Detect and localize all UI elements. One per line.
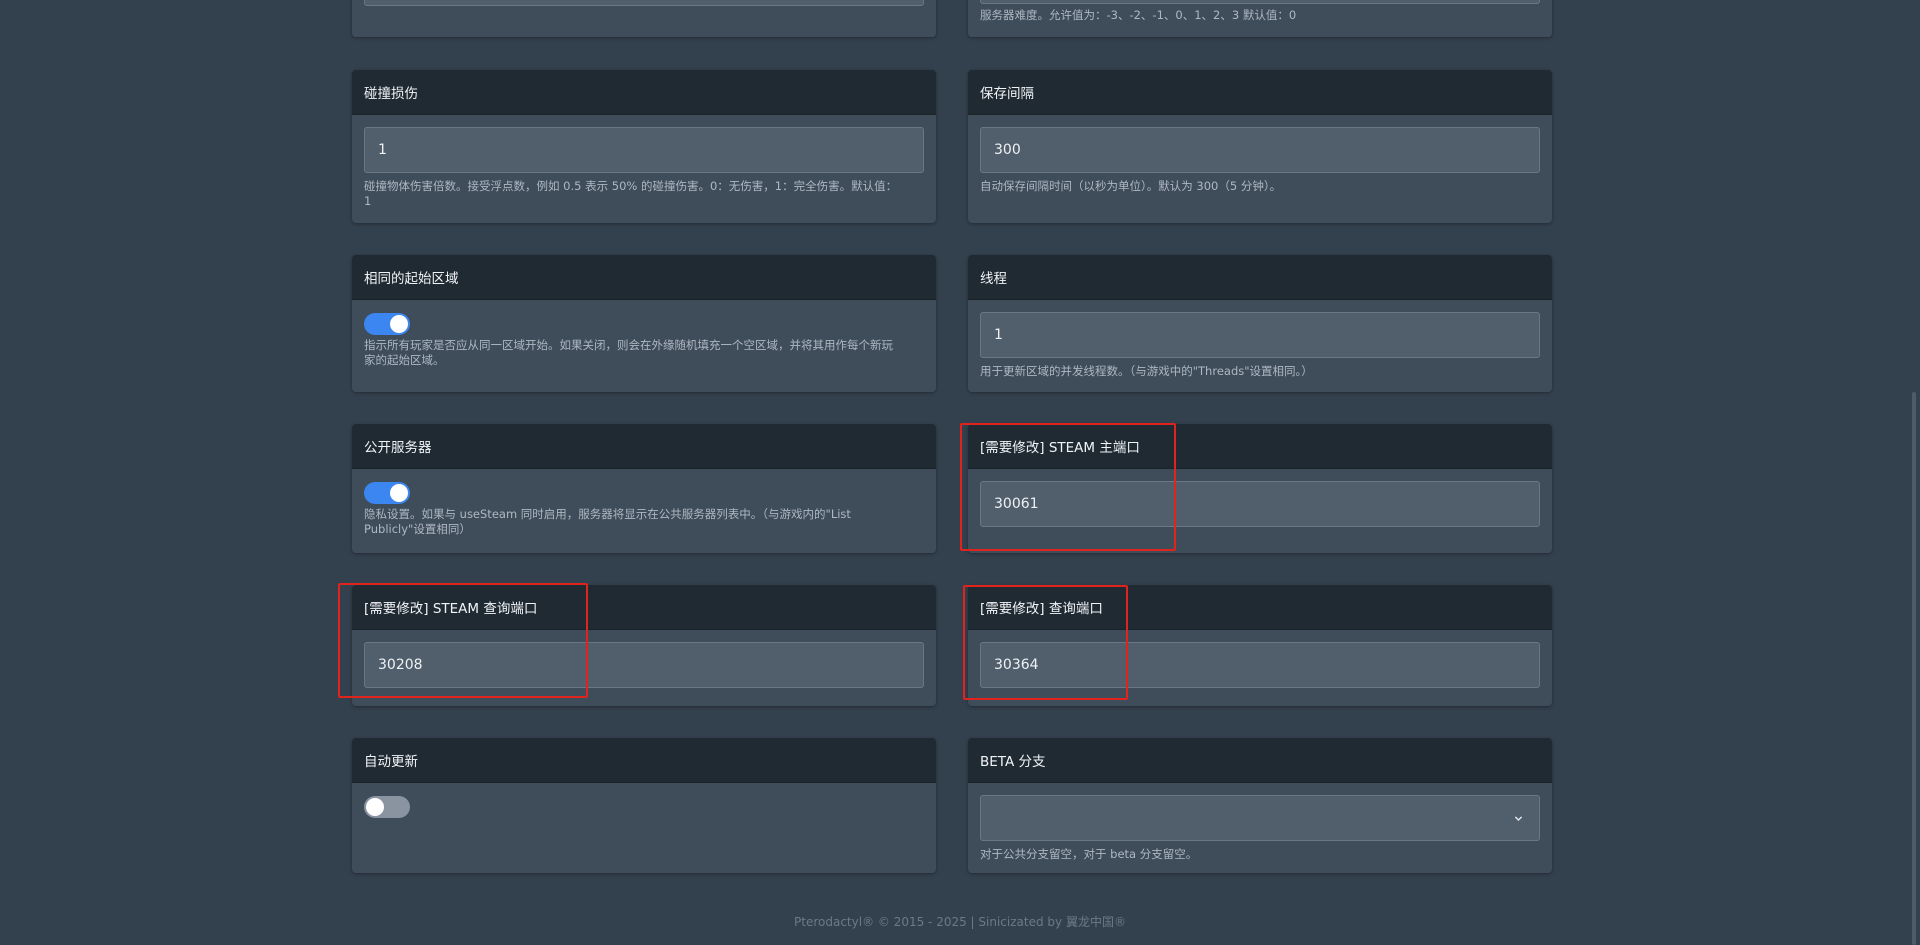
card-collision-damage: 碰撞损伤 1 碰撞物体伤害倍数。接受浮点数，例如 0.5 表示 50% 的碰撞伤… <box>352 70 936 223</box>
card-same-start-area: 相同的起始区域 指示所有玩家是否应从同一区域开始。如果关闭，则会在外缘随机填充一… <box>352 255 936 392</box>
auto-update-toggle[interactable] <box>364 796 410 818</box>
beta-branch-select[interactable] <box>980 795 1540 841</box>
public-server-toggle[interactable] <box>364 482 410 504</box>
partial-card-right: 服务器难度。允许值为：-3、-2、-1、0、1、2、3 默认值：0 <box>968 0 1552 37</box>
toggle-knob <box>366 798 384 816</box>
card-threads: 线程 1 用于更新区域的并发线程数。（与游戏中的"Threads"设置相同。） <box>968 255 1552 392</box>
toggle-knob <box>390 484 408 502</box>
card-title: BETA 分支 <box>968 738 1552 783</box>
card-auto-update: 自动更新 <box>352 738 936 873</box>
card-title: 碰撞损伤 <box>352 70 936 115</box>
card-public-server: 公开服务器 隐私设置。如果与 useSteam 同时启用，服务器将显示在公共服务… <box>352 424 936 553</box>
public-server-desc: 隐私设置。如果与 useSteam 同时启用，服务器将显示在公共服务器列表中。（… <box>364 507 851 536</box>
collision-damage-desc: 碰撞物体伤害倍数。接受浮点数，例如 0.5 表示 50% 的碰撞伤害。0：无伤害… <box>364 179 898 208</box>
partial-card-left <box>352 0 936 37</box>
scrollbar[interactable] <box>1912 392 1916 945</box>
save-interval-desc: 自动保存间隔时间（以秒为单位）。默认为 300（5 分钟）。 <box>980 179 1282 193</box>
threads-desc: 用于更新区域的并发线程数。（与游戏中的"Threads"设置相同。） <box>980 364 1313 378</box>
card-beta-branch: BETA 分支 对于公共分支留空，对于 beta 分支留空。 <box>968 738 1552 873</box>
difficulty-desc: 服务器难度。允许值为：-3、-2、-1、0、1、2、3 默认值：0 <box>980 8 1297 22</box>
card-title: 线程 <box>968 255 1552 300</box>
highlight-query-port <box>963 585 1128 700</box>
card-title: 自动更新 <box>352 738 936 783</box>
save-interval-input[interactable]: 300 <box>980 127 1540 173</box>
highlight-steam-main-port <box>960 423 1176 551</box>
footer-copyright: Pterodactyl® © 2015 - 2025 | Sinicizated… <box>794 915 1126 929</box>
card-title: 保存间隔 <box>968 70 1552 115</box>
same-start-toggle[interactable] <box>364 313 410 335</box>
chevron-down-icon <box>1514 815 1523 821</box>
threads-input[interactable]: 1 <box>980 312 1540 358</box>
collision-damage-input[interactable]: 1 <box>364 127 924 173</box>
partial-input-right[interactable] <box>980 0 1540 4</box>
partial-input-left[interactable] <box>364 0 924 6</box>
card-title: 相同的起始区域 <box>352 255 936 300</box>
same-start-desc: 指示所有玩家是否应从同一区域开始。如果关闭，则会在外缘随机填充一个空区域，并将其… <box>364 338 893 367</box>
beta-branch-desc: 对于公共分支留空，对于 beta 分支留空。 <box>980 847 1198 861</box>
highlight-steam-query-port <box>338 583 588 698</box>
card-title: 公开服务器 <box>352 424 936 469</box>
card-save-interval: 保存间隔 300 自动保存间隔时间（以秒为单位）。默认为 300（5 分钟）。 <box>968 70 1552 223</box>
toggle-knob <box>390 315 408 333</box>
